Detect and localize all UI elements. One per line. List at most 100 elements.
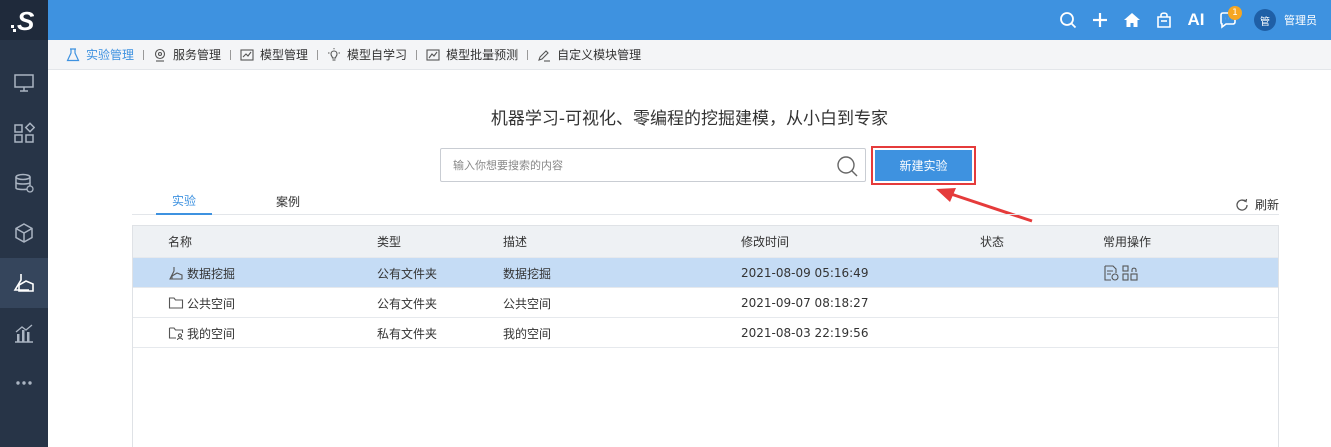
table-row[interactable]: 公共空间 公有文件夹 公共空间 2021-09-07 08:18:27 (133, 287, 1278, 317)
subnav-model-management[interactable]: 模型管理 (240, 46, 308, 63)
cell-modified-time: 2021-08-09 05:16:49 (741, 266, 869, 280)
column-header-actions[interactable]: 常用操作 (1103, 226, 1151, 257)
store-button[interactable] (1148, 0, 1180, 40)
sidebar-item-database[interactable] (0, 158, 48, 208)
subnav-label: 自定义模块管理 (557, 48, 642, 62)
subnav-label: 模型管理 (260, 48, 309, 62)
home-button[interactable] (1116, 0, 1148, 40)
flask-icon (66, 47, 80, 61)
subnav-experiment-management[interactable]: 实验管理 (66, 46, 134, 63)
cell-type: 私有文件夹 (377, 326, 438, 341)
search-input[interactable] (441, 149, 821, 181)
subnav-custom-module-management[interactable]: 自定义模块管理 (537, 46, 641, 63)
app-logo[interactable]: S (0, 0, 48, 40)
search-icon[interactable] (835, 154, 859, 178)
refresh-label: 刷新 (1254, 198, 1279, 212)
cell-modified-time: 2021-08-03 22:19:56 (741, 326, 869, 340)
subnav-label: 模型批量预测 (446, 48, 519, 62)
tab-cases[interactable]: 案例 (260, 188, 316, 215)
lightbulb-icon (328, 47, 341, 61)
search-button[interactable] (1052, 0, 1084, 40)
tab-experiments[interactable]: 实验 (156, 188, 212, 215)
column-header-name[interactable]: 名称 (168, 226, 192, 257)
experiment-table: 名称 类型 描述 修改时间 状态 常用操作 数据挖掘 公有文件夹 数据挖掘 20… (132, 225, 1279, 447)
table-header: 名称 类型 描述 修改时间 状态 常用操作 (133, 226, 1278, 257)
subnav-divider (317, 49, 319, 60)
cube-icon (15, 223, 33, 243)
subnav-label: 模型自学习 (347, 48, 408, 62)
flask-icon (169, 267, 183, 280)
column-header-modified-time[interactable]: 修改时间 (741, 226, 789, 257)
column-header-type[interactable]: 类型 (377, 226, 401, 257)
cell-modified-time: 2021-09-07 08:18:27 (741, 296, 869, 310)
search-box (440, 148, 866, 182)
tab-bar: 实验 案例 (132, 188, 1279, 215)
cell-name[interactable]: 公共空间 (168, 288, 235, 318)
sidebar-item-machine-learning[interactable] (0, 258, 48, 308)
new-experiment-button[interactable]: 新建实验 (875, 150, 972, 181)
table-row[interactable]: 数据挖掘 公有文件夹 数据挖掘 2021-08-09 05:16:49 (133, 257, 1278, 287)
notification-badge: 1 (1228, 6, 1242, 20)
table-row[interactable]: 我的空间 私有文件夹 我的空间 2021-08-03 22:19:56 (133, 317, 1278, 347)
cell-actions (1103, 258, 1141, 288)
row-name-text: 我的空间 (187, 326, 236, 341)
ai-button[interactable]: AI (1180, 0, 1212, 40)
private-folder-icon (168, 327, 184, 341)
search-icon (1060, 12, 1077, 29)
ai-label: AI (1187, 10, 1205, 29)
refresh-button[interactable]: 刷新 (1235, 196, 1279, 213)
trend-chart-icon (426, 48, 440, 61)
subnav-divider (416, 49, 418, 60)
sidebar-item-analytics[interactable] (0, 308, 48, 358)
service-icon (154, 48, 166, 62)
cell-name[interactable]: 数据挖掘 (168, 258, 235, 288)
edit-icon (538, 49, 551, 62)
cell-description: 数据挖掘 (503, 266, 552, 281)
cell-type: 公有文件夹 (377, 266, 438, 281)
sidebar: S (0, 0, 48, 447)
cell-type: 公有文件夹 (377, 296, 438, 311)
cell-description: 我的空间 (503, 326, 552, 341)
sidebar-item-more[interactable] (0, 358, 48, 408)
cell-name[interactable]: 我的空间 (168, 318, 235, 348)
table-row-divider (133, 347, 1278, 348)
subnav-label: 实验管理 (86, 48, 135, 62)
subnav-divider (143, 49, 145, 60)
logo-icon: S (11, 6, 35, 34)
username[interactable]: 管理员 (1284, 12, 1317, 28)
edit-document-icon[interactable] (1103, 265, 1119, 281)
subnav-service-management[interactable]: 服务管理 (153, 46, 221, 63)
column-header-status[interactable]: 状态 (980, 226, 1004, 257)
model-icon (240, 48, 254, 61)
flask-icon (13, 274, 34, 292)
row-name-text: 数据挖掘 (187, 266, 236, 281)
svg-text:S: S (17, 6, 35, 34)
monitor-icon (14, 74, 34, 92)
sub-navigation: 实验管理 服务管理 模型管理 模型自学习 模型批量预测 自定义模块管理 (48, 40, 1331, 70)
column-header-description[interactable]: 描述 (503, 226, 527, 257)
top-bar: AI 1 管 管理员 (48, 0, 1331, 40)
messages-button[interactable]: 1 (1212, 0, 1244, 40)
plus-icon (1093, 13, 1107, 27)
sidebar-item-apps[interactable] (0, 108, 48, 158)
sidebar-item-cube[interactable] (0, 208, 48, 258)
folder-icon (168, 297, 184, 309)
subnav-label: 服务管理 (173, 48, 222, 62)
avatar[interactable]: 管 (1254, 9, 1276, 31)
sidebar-item-monitor[interactable] (0, 58, 48, 108)
subnav-divider (527, 49, 529, 60)
subnav-batch-prediction[interactable]: 模型批量预测 (426, 46, 518, 63)
apps-icon (14, 122, 35, 143)
home-icon (1124, 13, 1140, 27)
add-button[interactable] (1084, 0, 1116, 40)
permissions-icon[interactable] (1122, 265, 1138, 281)
subnav-model-self-learning[interactable]: 模型自学习 (327, 46, 407, 63)
row-name-text: 公共空间 (187, 296, 236, 311)
refresh-icon (1236, 198, 1248, 211)
page-headline: 机器学习-可视化、零编程的挖掘建模，从小白到专家 (490, 109, 889, 129)
bag-icon (1157, 12, 1171, 28)
subnav-divider (230, 49, 232, 60)
bar-chart-icon (15, 324, 33, 343)
database-icon (15, 173, 34, 193)
cell-description: 公共空间 (503, 296, 552, 311)
